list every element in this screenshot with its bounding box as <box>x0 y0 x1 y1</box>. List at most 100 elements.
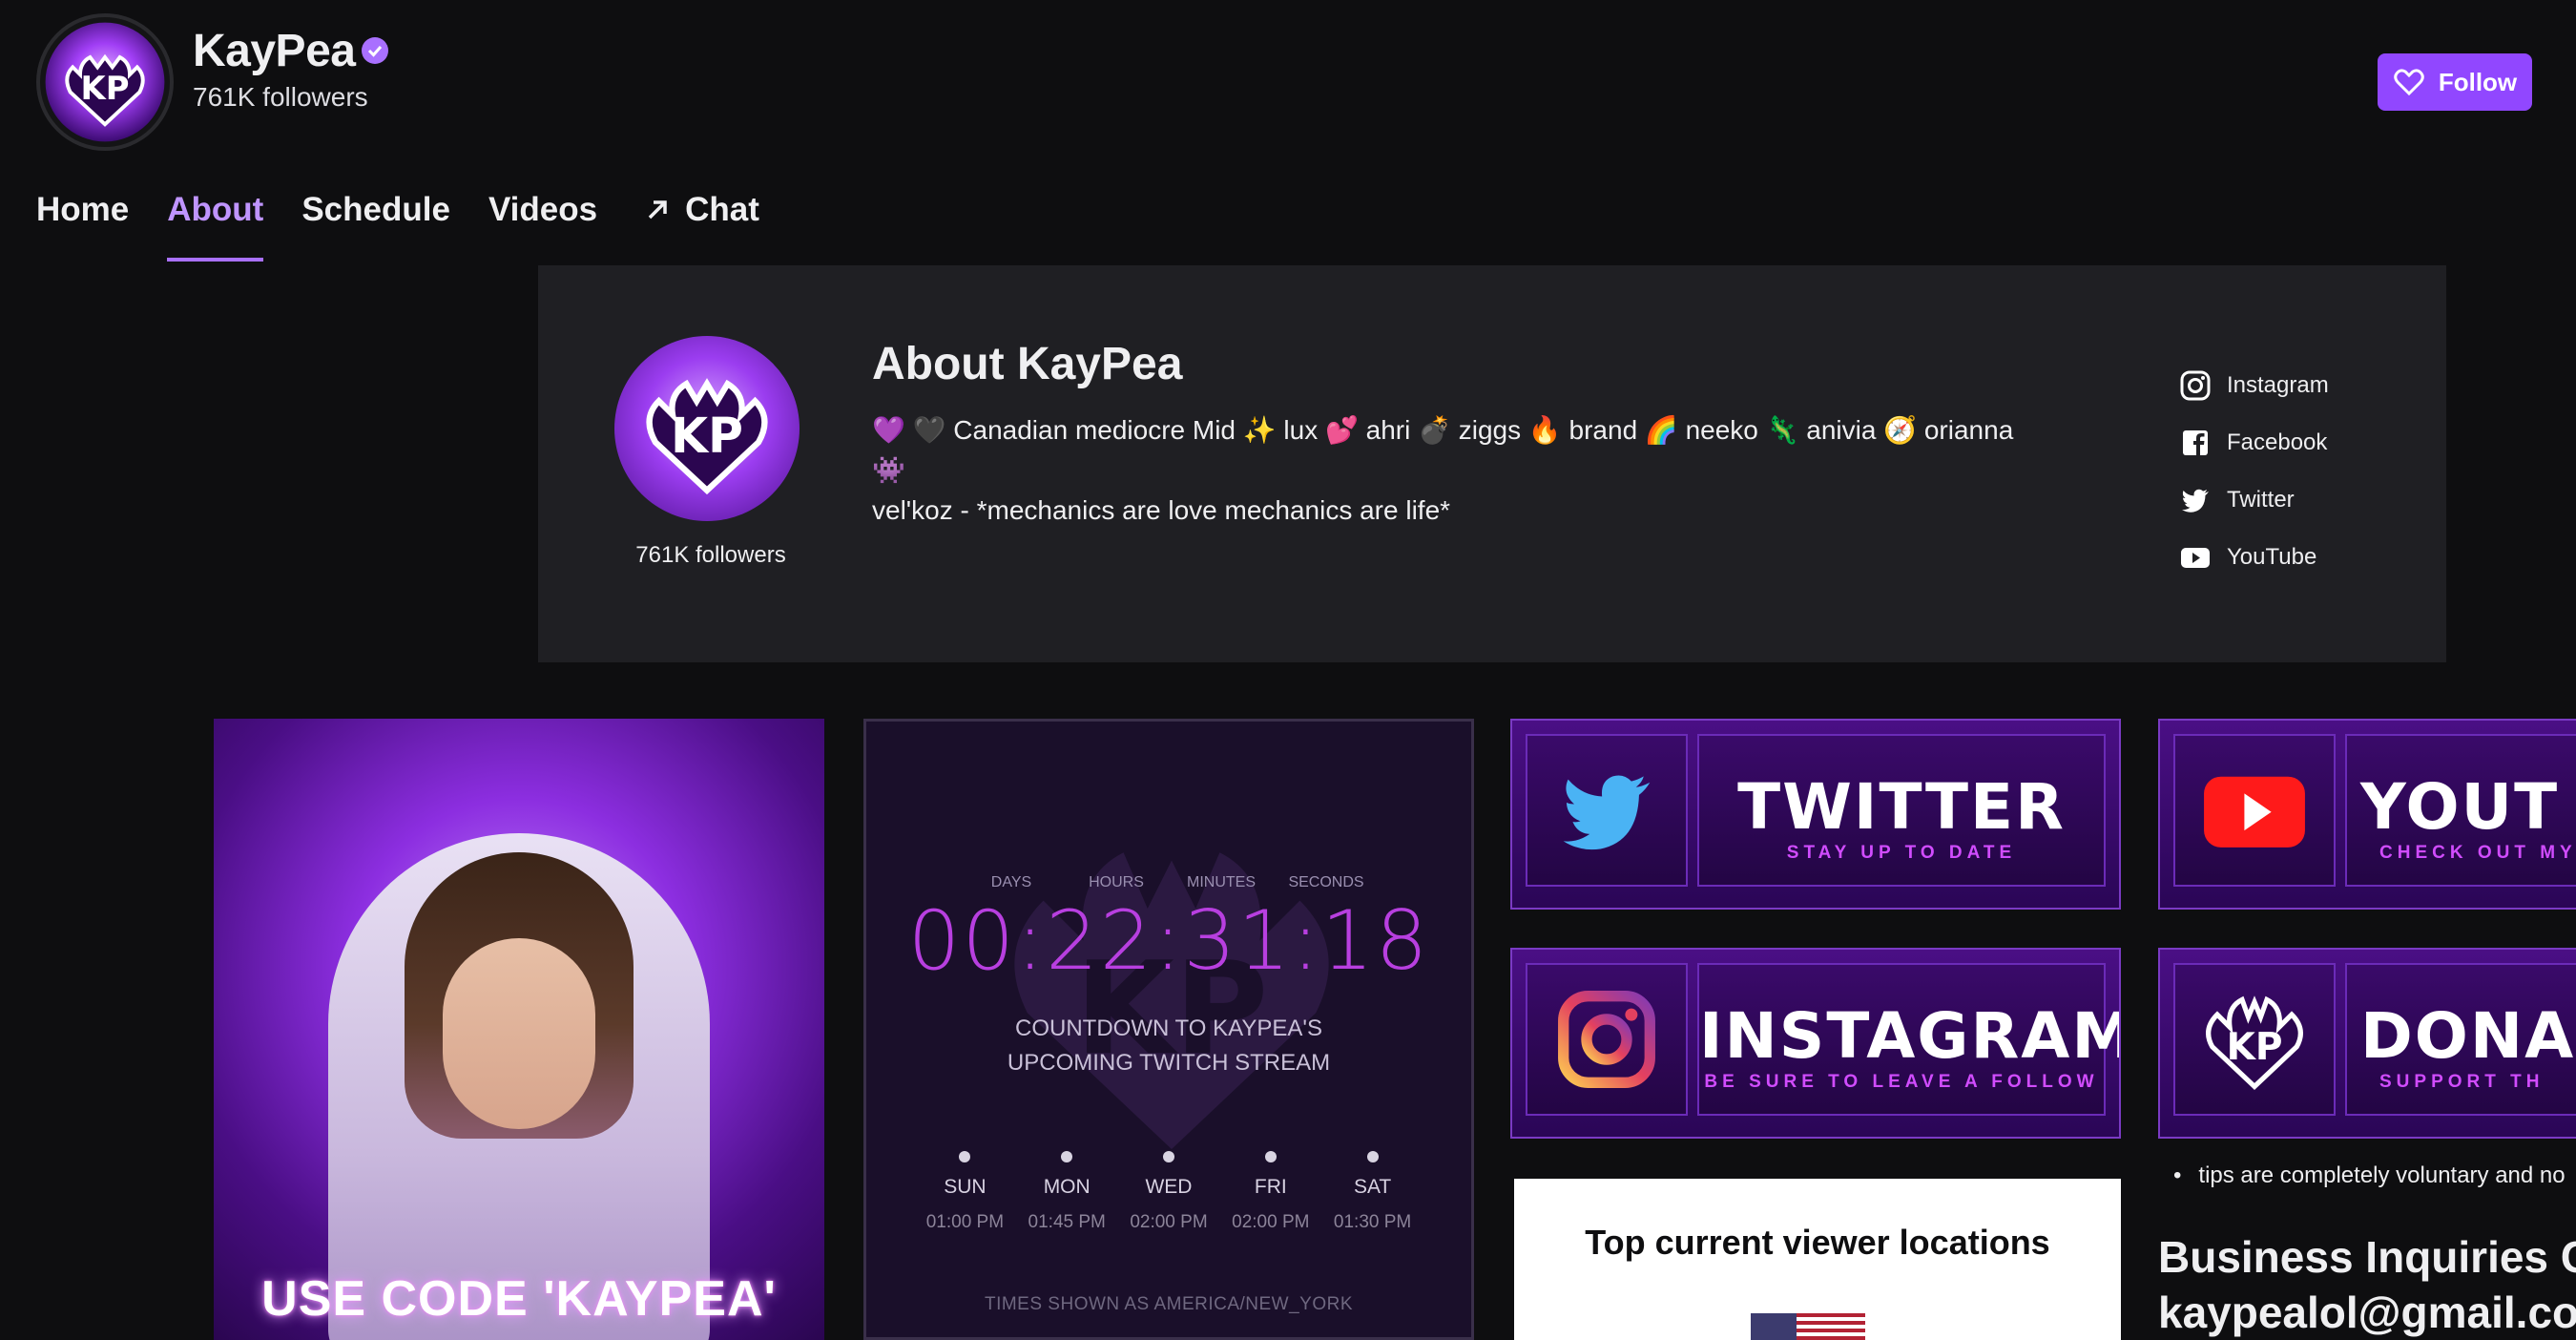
instagram-panel[interactable]: INSTAGRAM BE SURE TO LEAVE A FOLLOW <box>1510 948 2121 1139</box>
social-label: Instagram <box>2227 372 2329 398</box>
donate-panel-subtitle: SUPPORT TH <box>2379 1072 2545 1092</box>
schedule-day: MON 01:45 PM <box>1016 1151 1118 1233</box>
svg-text:KP: KP <box>671 408 743 464</box>
unit-minutes: MINUTES <box>1187 874 1256 890</box>
promo-code-text: USE CODE 'KAYPEA' <box>261 1271 777 1327</box>
svg-text:KP: KP <box>2227 1026 2283 1069</box>
tab-videos[interactable]: Videos <box>488 191 597 229</box>
schedule-day: FRI 02:00 PM <box>1219 1151 1321 1233</box>
social-links: Instagram Facebook Twitter YouTube <box>2179 357 2329 586</box>
schedule-day: SUN 01:00 PM <box>914 1151 1016 1233</box>
tab-home[interactable]: Home <box>36 191 129 229</box>
donate-label-box: DONA SUPPORT TH <box>2345 963 2576 1116</box>
schedule-dot <box>1061 1151 1073 1162</box>
follow-label: Follow <box>2438 67 2518 96</box>
bio-line-2: vel'koz - *mechanics are love mechanics … <box>872 495 1451 525</box>
instagram-label-box: INSTAGRAM BE SURE TO LEAVE A FOLLOW <box>1697 963 2119 1116</box>
social-link-twitter[interactable]: Twitter <box>2179 471 2329 529</box>
twitter-panel-subtitle: STAY UP TO DATE <box>1786 843 2017 863</box>
social-label: Facebook <box>2227 429 2328 455</box>
instagram-icon-box <box>1526 963 1688 1116</box>
youtube-panel-subtitle: CHECK OUT MY L <box>2379 843 2576 863</box>
tab-chat[interactable]: Chat <box>643 191 759 229</box>
countdown-units: DAYS HOURS MINUTES SECONDS <box>866 874 1471 891</box>
us-flag-icon <box>1751 1313 1865 1340</box>
schedule-day: WED 02:00 PM <box>1118 1151 1220 1233</box>
unit-hours: HOURS <box>1089 874 1144 890</box>
business-email[interactable]: kaypealol@gmail.co <box>2158 1287 2576 1338</box>
schedule-day-name: FRI <box>1254 1176 1287 1198</box>
schedule-day-time: 01:00 PM <box>925 1212 1005 1232</box>
social-link-instagram[interactable]: Instagram <box>2179 357 2329 414</box>
schedule-day-name: SUN <box>944 1176 987 1198</box>
schedule-dot <box>1264 1151 1277 1162</box>
youtube-icon <box>2181 548 2210 568</box>
streamer-face <box>443 938 595 1129</box>
social-label: YouTube <box>2227 544 2317 570</box>
donate-panel-title: DONA <box>2360 999 2576 1073</box>
countdown-title-line-1: COUNTDOWN TO KAYPEA'S <box>1015 1015 1322 1041</box>
donate-icon-box: KP <box>2173 963 2336 1116</box>
youtube-icon <box>2204 776 2305 848</box>
about-followers: 761K followers <box>635 542 786 568</box>
countdown-title: COUNTDOWN TO KAYPEA'S UPCOMING TWITCH ST… <box>866 1012 1471 1080</box>
kp-logo-icon: KP <box>646 378 768 495</box>
social-label: Twitter <box>2227 487 2295 513</box>
channel-avatar[interactable]: KP <box>36 13 174 151</box>
about-title: About KayPea <box>872 339 1183 389</box>
countdown-panel: KP DAYS HOURS MINUTES SECONDS 00:22:31:1… <box>863 719 1474 1340</box>
unit-days: DAYS <box>990 874 1032 890</box>
schedule-days: SUN 01:00 PM MON 01:45 PM WED 02:00 PM F… <box>914 1151 1423 1233</box>
viewer-locations-panel: Top current viewer locations <box>1514 1179 2121 1340</box>
tips-note: tips are completely voluntary and no <box>2173 1162 2565 1189</box>
schedule-day-time: 02:00 PM <box>1130 1212 1208 1232</box>
viewer-locations-title: Top current viewer locations <box>1585 1223 2050 1262</box>
instagram-icon <box>1558 991 1655 1088</box>
about-bio: 💜 🖤 Canadian mediocre Mid ✨ lux 💕 ahri 💣… <box>872 410 2046 531</box>
follow-button[interactable]: Follow <box>2378 53 2532 111</box>
kp-logo-icon: KP <box>45 22 165 142</box>
countdown-time: 00:22:31:18 <box>907 893 1430 989</box>
twitter-icon-box <box>1526 734 1688 887</box>
about-panel: KP 761K followers About KayPea 💜 🖤 Canad… <box>538 265 2446 662</box>
external-arrow-icon <box>648 200 667 220</box>
donate-panel[interactable]: KP DONA SUPPORT TH <box>2158 948 2576 1139</box>
tab-schedule[interactable]: Schedule <box>301 191 450 229</box>
instagram-panel-subtitle: BE SURE TO LEAVE A FOLLOW <box>1704 1072 2099 1092</box>
youtube-panel-title: YOUT <box>2360 770 2560 844</box>
tab-chat-label: Chat <box>685 191 759 228</box>
bio-line-1: 💜 🖤 Canadian mediocre Mid ✨ lux 💕 ahri 💣… <box>872 415 2014 485</box>
youtube-icon-box <box>2173 734 2336 887</box>
twitter-icon <box>2182 489 2209 513</box>
unit-seconds: SECONDS <box>1288 874 1364 890</box>
schedule-day-name: SAT <box>1353 1176 1392 1198</box>
channel-name[interactable]: KayPea <box>193 25 356 77</box>
schedule-dot <box>1366 1151 1379 1162</box>
svg-text:KP: KP <box>81 70 130 107</box>
about-avatar: KP <box>614 336 800 521</box>
kp-watermark-icon: KP <box>1014 852 1329 1149</box>
twitter-panel[interactable]: TWITTER STAY UP TO DATE <box>1510 719 2121 910</box>
youtube-label-box: YOUT CHECK OUT MY L <box>2345 734 2576 887</box>
twitter-label-box: TWITTER STAY UP TO DATE <box>1697 734 2106 887</box>
twitter-icon <box>1563 775 1651 850</box>
tab-about[interactable]: About <box>167 191 264 262</box>
kp-logo-icon: KP <box>2206 995 2303 1090</box>
social-link-youtube[interactable]: YouTube <box>2179 529 2329 586</box>
facebook-icon <box>2183 430 2208 455</box>
timezone-note: TIMES SHOWN AS AMERICA/NEW_YORK <box>984 1294 1354 1314</box>
instagram-icon <box>2180 370 2211 401</box>
follower-count: 761K followers <box>193 82 368 112</box>
schedule-day-name: WED <box>1145 1176 1193 1198</box>
schedule-dot <box>1162 1151 1174 1162</box>
countdown-title-line-2: UPCOMING TWITCH STREAM <box>1007 1050 1331 1076</box>
heart-icon <box>2394 69 2424 96</box>
promo-panel[interactable]: USE CODE 'KAYPEA' <box>214 719 824 1340</box>
youtube-panel[interactable]: YOUT CHECK OUT MY L <box>2158 719 2576 910</box>
schedule-day-time: 01:45 PM <box>1028 1212 1106 1232</box>
channel-nav: Home About Schedule Videos Chat <box>36 191 798 262</box>
schedule-day-name: MON <box>1043 1176 1091 1198</box>
schedule-day-time: 02:00 PM <box>1232 1212 1310 1232</box>
business-inquiries-title: Business Inquiries C <box>2158 1232 2576 1282</box>
social-link-facebook[interactable]: Facebook <box>2179 414 2329 471</box>
